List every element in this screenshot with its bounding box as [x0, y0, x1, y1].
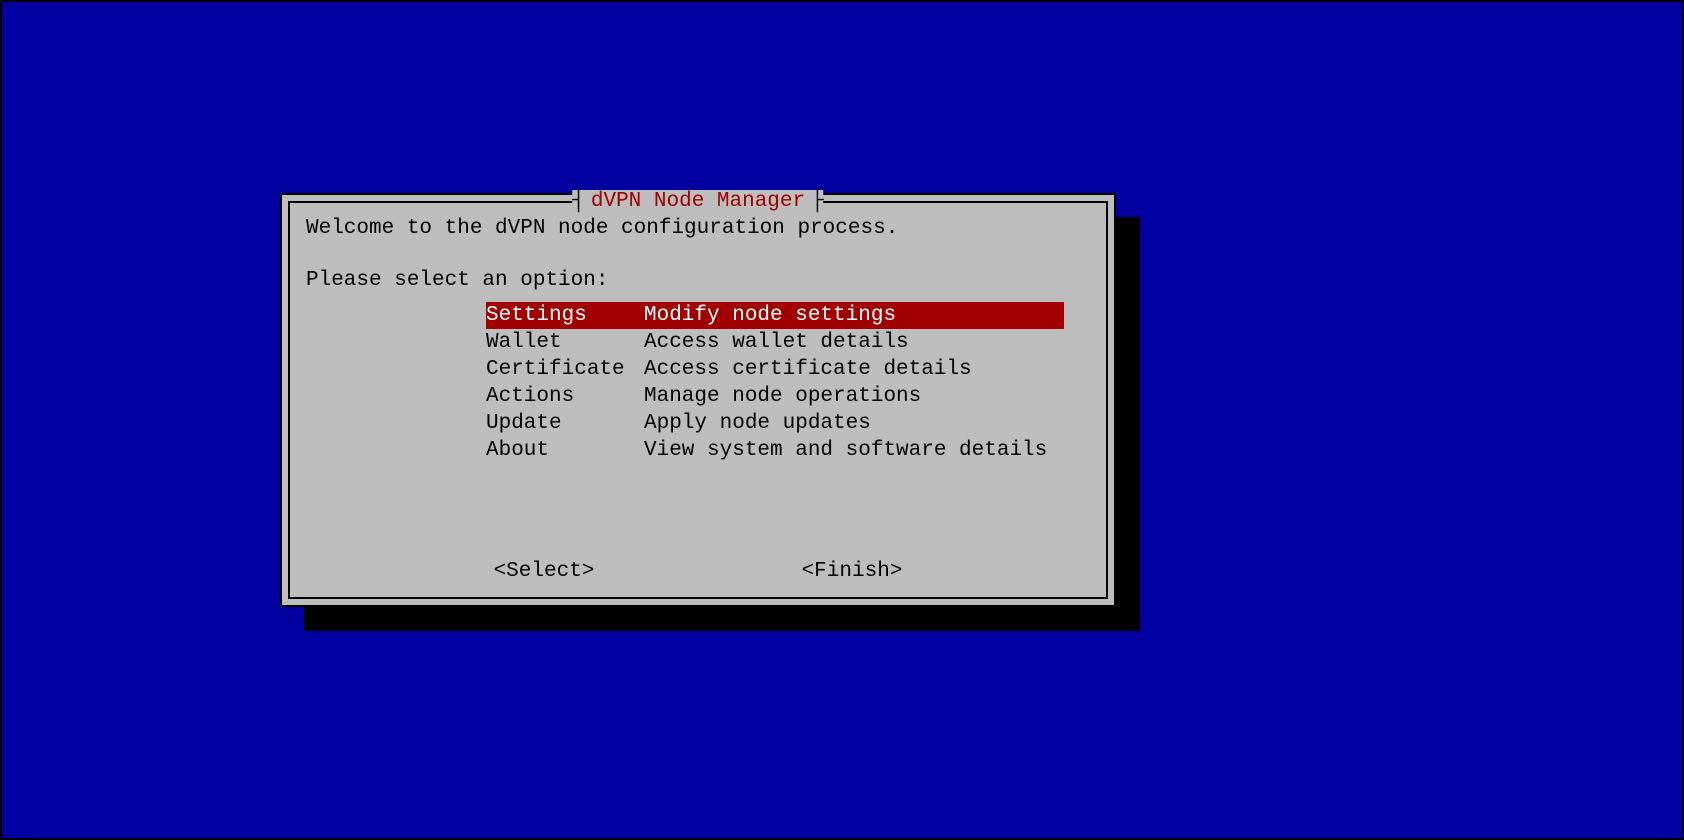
menu-list: SettingsModify node settings WalletAcces…	[486, 302, 1090, 464]
menu-desc: Apply node updates	[644, 410, 871, 437]
dialog-wrapper: ┤ dVPN Node Manager ├ Welcome to the dVP…	[280, 193, 1116, 607]
title-bracket-left-icon: ┤	[572, 190, 585, 213]
menu-key: Actions	[486, 383, 644, 410]
menu-key: Update	[486, 410, 644, 437]
menu-key: Certificate	[486, 356, 644, 383]
dialog-title: dVPN Node Manager	[585, 190, 811, 213]
prompt-text: Please select an option:	[306, 269, 1090, 292]
menu-desc: Modify node settings	[644, 302, 896, 329]
menu-item-wallet[interactable]: WalletAccess wallet details	[486, 329, 1064, 356]
dialog-title-container: ┤ dVPN Node Manager ├	[572, 190, 823, 213]
menu-item-actions[interactable]: ActionsManage node operations	[486, 383, 1064, 410]
finish-button[interactable]: <Finish>	[802, 560, 903, 583]
menu-key: About	[486, 437, 644, 464]
menu-key: Wallet	[486, 329, 644, 356]
dialog-content: Welcome to the dVPN node configuration p…	[290, 203, 1106, 474]
dialog-inner-border: ┤ dVPN Node Manager ├ Welcome to the dVP…	[288, 201, 1108, 599]
menu-desc: Access wallet details	[644, 329, 909, 356]
menu-item-update[interactable]: UpdateApply node updates	[486, 410, 1064, 437]
menu-desc: Access certificate details	[644, 356, 972, 383]
menu-item-about[interactable]: AboutView system and software details	[486, 437, 1064, 464]
welcome-text: Welcome to the dVPN node configuration p…	[306, 217, 1090, 240]
title-bracket-right-icon: ├	[811, 190, 824, 213]
dialog-box: ┤ dVPN Node Manager ├ Welcome to the dVP…	[280, 193, 1116, 607]
menu-item-certificate[interactable]: CertificateAccess certificate details	[486, 356, 1064, 383]
menu-desc: Manage node operations	[644, 383, 921, 410]
menu-item-settings[interactable]: SettingsModify node settings	[486, 302, 1064, 329]
select-button[interactable]: <Select>	[494, 560, 595, 583]
buttons-row: <Select> <Finish>	[290, 560, 1106, 583]
menu-desc: View system and software details	[644, 437, 1047, 464]
menu-key: Settings	[486, 302, 644, 329]
spacer	[306, 242, 1090, 269]
